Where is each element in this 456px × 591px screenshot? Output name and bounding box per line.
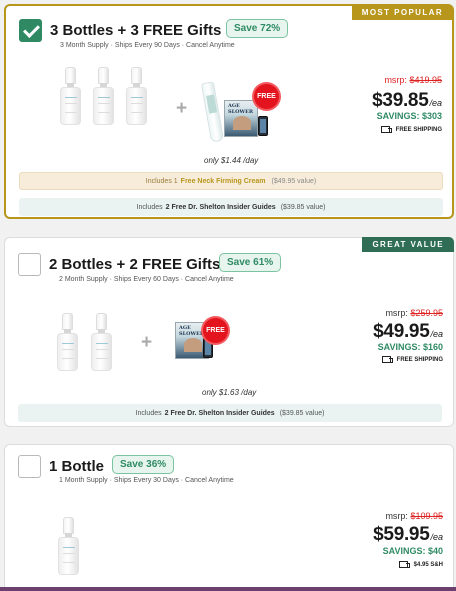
plus-icon: + <box>141 332 153 353</box>
save-badge: Save 36% <box>112 455 175 474</box>
serum-bottle-image <box>93 67 114 125</box>
msrp-label: msrp: <box>385 308 408 318</box>
select-checkbox[interactable] <box>18 253 41 276</box>
shipping-info: $4.95 S&H <box>398 561 443 569</box>
msrp-value: $109.95 <box>410 511 443 521</box>
free-guides-note: Includes 2 Free Dr. Shelton Insider Guide… <box>19 198 443 216</box>
shipping-info: FREE SHIPPING <box>380 126 442 134</box>
savings: SAVINGS: $303 <box>376 111 442 121</box>
msrp: msrp: $109.95 <box>385 511 443 521</box>
great-value-ribbon: GREAT VALUE <box>362 237 454 252</box>
msrp-value: $419.95 <box>409 75 442 85</box>
free-badge: FREE <box>203 318 228 343</box>
msrp-label: msrp: <box>384 75 407 85</box>
free-cream-note: Includes 1 Free Neck Firming Cream ($49.95… <box>19 172 443 190</box>
offer-subtitle: 1 Month Supply · Ships Every 30 Days · C… <box>59 477 234 484</box>
price: $49.95/ea <box>373 321 443 343</box>
footer-divider <box>0 587 456 591</box>
neck-cream-tube-image <box>200 81 225 143</box>
truck-icon <box>381 356 393 364</box>
price-amount: $59.95 <box>373 524 430 545</box>
serum-bottle-image <box>58 517 79 575</box>
msrp-value: $259.95 <box>410 308 443 318</box>
msrp: msrp: $259.95 <box>385 308 443 318</box>
price-amount: $49.95 <box>373 321 430 342</box>
per-day-price: only $1.44 /day <box>204 156 259 165</box>
msrp: msrp: $419.95 <box>384 75 442 85</box>
serum-bottle-image <box>57 313 78 371</box>
offer-subtitle: 2 Month Supply · Ships Every 60 Days · C… <box>59 276 234 283</box>
price-unit: /ea <box>430 532 443 542</box>
price: $39.85/ea <box>372 90 442 112</box>
offer-card-2-bottles[interactable]: GREAT VALUE 2 Bottles + 2 FREE Gifts Sav… <box>4 237 454 427</box>
most-popular-ribbon: MOST POPULAR <box>351 5 453 20</box>
truck-icon <box>380 126 392 134</box>
savings: SAVINGS: $40 <box>382 546 443 556</box>
offer-subtitle: 3 Month Supply · Ships Every 90 Days · C… <box>60 42 235 49</box>
shipping-info: FREE SHIPPING <box>381 356 443 364</box>
free-badge: FREE <box>254 84 279 109</box>
offer-title: 3 Bottles + 3 FREE Gifts <box>50 22 222 39</box>
price-unit: /ea <box>429 98 442 108</box>
save-badge: Save 61% <box>219 253 282 272</box>
select-checkbox[interactable] <box>19 19 42 42</box>
offer-title: 2 Bottles + 2 FREE Gifts <box>49 256 221 273</box>
price-amount: $39.85 <box>372 90 429 111</box>
save-badge: Save 72% <box>226 19 289 38</box>
offer-card-1-bottle[interactable]: 1 Bottle Save 36% 1 Month Supply · Ships… <box>4 444 454 591</box>
truck-icon <box>398 561 410 569</box>
offer-title: 1 Bottle <box>49 458 105 475</box>
savings: SAVINGS: $160 <box>377 342 443 352</box>
serum-bottle-image <box>91 313 112 371</box>
guide-book-image: AGE SLOWER <box>224 100 258 137</box>
plus-icon: + <box>176 98 188 119</box>
phone-image <box>258 116 268 136</box>
select-checkbox[interactable] <box>18 455 41 478</box>
serum-bottle-image <box>60 67 81 125</box>
offer-card-3-bottles[interactable]: MOST POPULAR 3 Bottles + 3 FREE Gifts Sa… <box>4 4 454 219</box>
price-unit: /ea <box>430 329 443 339</box>
price: $59.95/ea <box>373 524 443 546</box>
serum-bottle-image <box>126 67 147 125</box>
per-day-price: only $1.63 /day <box>202 388 257 397</box>
msrp-label: msrp: <box>385 511 408 521</box>
free-guides-note: Includes 2 Free Dr. Shelton Insider Guide… <box>18 404 442 422</box>
